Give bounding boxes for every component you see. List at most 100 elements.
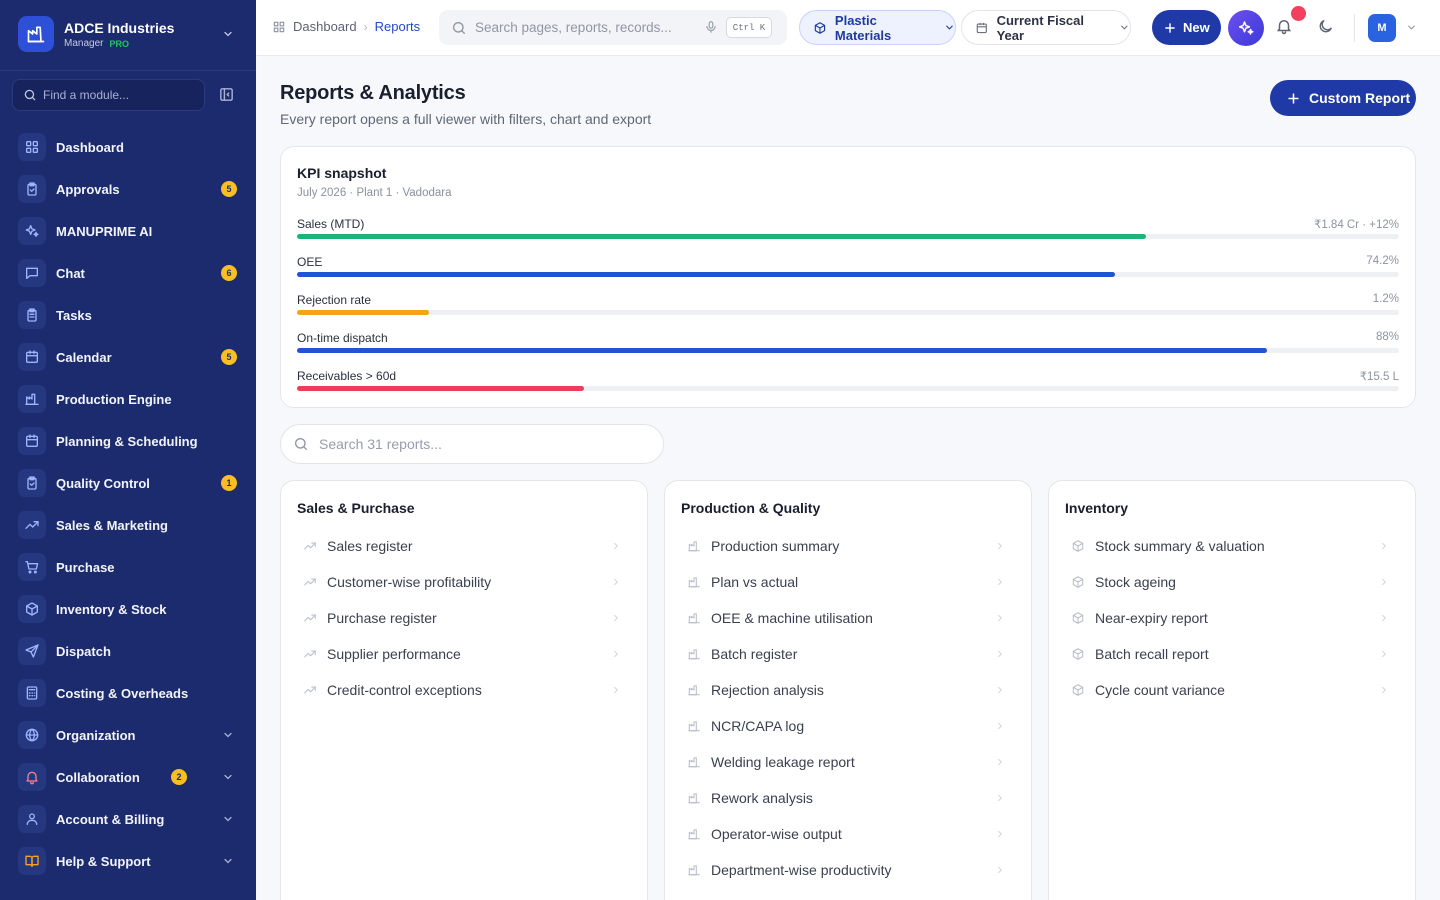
kpi-progress-fill bbox=[297, 234, 1146, 239]
report-item-label: Customer-wise profitability bbox=[327, 574, 492, 590]
global-search-input[interactable] bbox=[475, 20, 697, 35]
report-item[interactable]: Rework analysis bbox=[673, 780, 1023, 816]
clipboard-check-icon bbox=[18, 175, 46, 203]
report-item[interactable]: Cycle count variance bbox=[1057, 672, 1407, 708]
sidebar-item-approvals[interactable]: Approvals 5 bbox=[0, 168, 256, 210]
kpi-label: On-time dispatch bbox=[297, 331, 388, 345]
chevron-right-icon bbox=[1379, 685, 1389, 695]
kpi-value: 1.2% bbox=[1372, 293, 1399, 305]
sidebar-item-chat[interactable]: Chat 6 bbox=[0, 252, 256, 294]
kpi-progress-track bbox=[297, 310, 1399, 315]
report-item[interactable]: Near-expiry report bbox=[1057, 600, 1407, 636]
report-item-label: OEE & machine utilisation bbox=[711, 610, 873, 626]
brand-switcher[interactable]: ADCE Industries Manager PRO bbox=[18, 16, 174, 52]
kpi-subtitle: July 2026 · Plant 1 · Vadodara bbox=[297, 187, 452, 199]
sidebar-item-label: Collaboration bbox=[56, 769, 140, 785]
ai-assistant-button[interactable] bbox=[1228, 10, 1264, 46]
report-item[interactable]: Sales register bbox=[289, 528, 639, 564]
count-badge: 2 bbox=[171, 769, 187, 785]
kpi-label: Sales (MTD) bbox=[297, 217, 365, 231]
report-item[interactable]: Purchase register bbox=[289, 600, 639, 636]
report-search[interactable] bbox=[280, 424, 664, 464]
report-item[interactable]: Customer-wise profitability bbox=[289, 564, 639, 600]
kpi-label: Receivables > 60d bbox=[297, 369, 397, 383]
topbar: Dashboard › Reports Ctrl K Plastic Mater… bbox=[256, 0, 1440, 56]
report-item-label: Batch recall report bbox=[1095, 646, 1209, 662]
search-icon bbox=[453, 21, 465, 34]
report-item[interactable]: Stock summary & valuation bbox=[1057, 528, 1407, 564]
chevron-right-icon bbox=[611, 649, 621, 659]
sidebar-item-costing-and-overheads[interactable]: Costing & Overheads bbox=[0, 672, 256, 714]
sidebar-item-label: Account & Billing bbox=[56, 811, 165, 827]
custom-report-button[interactable]: Custom Report bbox=[1270, 80, 1416, 116]
sidebar-item-purchase[interactable]: Purchase bbox=[0, 546, 256, 588]
dark-mode-moon-icon[interactable] bbox=[1317, 18, 1334, 35]
sidebar-item-label: Dispatch bbox=[56, 643, 111, 659]
count-badge: 5 bbox=[221, 349, 237, 365]
search-icon bbox=[24, 89, 36, 101]
report-item[interactable]: Batch recall report bbox=[1057, 636, 1407, 672]
material-selector[interactable]: Plastic Materials bbox=[799, 10, 956, 45]
module-search-input[interactable] bbox=[43, 88, 193, 102]
kpi-row-oee: OEE 74.2% bbox=[297, 255, 1399, 285]
chevron-down-icon[interactable] bbox=[1406, 22, 1417, 33]
report-item-label: Sales register bbox=[327, 538, 413, 554]
sidebar-item-sales-and-marketing[interactable]: Sales & Marketing bbox=[0, 504, 256, 546]
report-item[interactable]: Welding leakage report bbox=[673, 744, 1023, 780]
report-item[interactable]: Batch register bbox=[673, 636, 1023, 672]
sidebar-item-inventory-and-stock[interactable]: Inventory & Stock bbox=[0, 588, 256, 630]
kpi-value: ₹1.84 Cr · +12% bbox=[1314, 219, 1399, 231]
sidebar-collapse-icon[interactable] bbox=[218, 86, 235, 103]
report-search-input[interactable] bbox=[319, 436, 639, 452]
report-item-label: Plan vs actual bbox=[711, 574, 799, 590]
sidebar-item-calendar[interactable]: Calendar 5 bbox=[0, 336, 256, 378]
kpi-progress-track bbox=[297, 386, 1399, 391]
microphone-icon[interactable] bbox=[704, 20, 718, 34]
report-item[interactable]: Supplier performance bbox=[289, 636, 639, 672]
report-item[interactable]: Department-wise productivity bbox=[673, 852, 1023, 888]
report-item[interactable]: Rejection analysis bbox=[673, 672, 1023, 708]
sidebar-item-organization[interactable]: Organization bbox=[0, 714, 256, 756]
global-search[interactable]: Ctrl K bbox=[439, 10, 787, 45]
report-item[interactable]: Production summary bbox=[673, 528, 1023, 564]
sidebar-item-dispatch[interactable]: Dispatch bbox=[0, 630, 256, 672]
sidebar-item-help-and-support[interactable]: Help & Support bbox=[0, 840, 256, 882]
period-selector[interactable]: Current Fiscal Year bbox=[961, 10, 1131, 45]
category-title: Production & Quality bbox=[681, 500, 821, 516]
sidebar-item-production-engine[interactable]: Production Engine bbox=[0, 378, 256, 420]
report-item[interactable]: NCR/CAPA log bbox=[673, 708, 1023, 744]
report-item[interactable]: Plan vs actual bbox=[673, 564, 1023, 600]
report-item[interactable]: Credit-control exceptions bbox=[289, 672, 639, 708]
breadcrumb-dashboard[interactable]: Dashboard bbox=[293, 19, 357, 34]
chevron-down-icon[interactable] bbox=[222, 28, 234, 40]
breadcrumb-reports[interactable]: Reports bbox=[375, 19, 421, 34]
chevron-right-icon bbox=[1379, 541, 1389, 551]
sidebar-item-label: Chat bbox=[56, 265, 85, 281]
sidebar-item-quality-control[interactable]: Quality Control 1 bbox=[0, 462, 256, 504]
kpi-snapshot-card: KPI snapshot July 2026 · Plant 1 · Vadod… bbox=[280, 146, 1416, 408]
notifications-bell-icon[interactable] bbox=[1275, 17, 1293, 35]
report-item-label: Stock summary & valuation bbox=[1095, 538, 1265, 554]
box-icon bbox=[1071, 647, 1085, 661]
sidebar-item-planning-and-scheduling[interactable]: Planning & Scheduling bbox=[0, 420, 256, 462]
sidebar-item-collaboration[interactable]: Collaboration 2 bbox=[0, 756, 256, 798]
trending-up-icon bbox=[303, 539, 317, 553]
new-button[interactable]: New bbox=[1152, 10, 1221, 45]
avatar[interactable]: M bbox=[1368, 14, 1396, 42]
report-item-label: Rejection analysis bbox=[711, 682, 824, 698]
report-item[interactable]: OEE & machine utilisation bbox=[673, 600, 1023, 636]
report-item-label: Stock ageing bbox=[1095, 574, 1176, 590]
chevron-right-icon bbox=[611, 541, 621, 551]
report-item[interactable]: Stock ageing bbox=[1057, 564, 1407, 600]
calendar-icon bbox=[18, 343, 46, 371]
category-title: Inventory bbox=[1065, 500, 1129, 516]
sidebar-item-tasks[interactable]: Tasks bbox=[0, 294, 256, 336]
chevron-right-icon bbox=[995, 685, 1005, 695]
sidebar-item-account-and-billing[interactable]: Account & Billing bbox=[0, 798, 256, 840]
factory-icon bbox=[687, 539, 701, 553]
box-icon bbox=[1071, 611, 1085, 625]
sidebar-item-dashboard[interactable]: Dashboard bbox=[0, 126, 256, 168]
module-search[interactable] bbox=[12, 79, 205, 111]
sidebar-item-manuprime-ai[interactable]: MANUPRIME AI bbox=[0, 210, 256, 252]
report-item[interactable]: Operator-wise output bbox=[673, 816, 1023, 852]
